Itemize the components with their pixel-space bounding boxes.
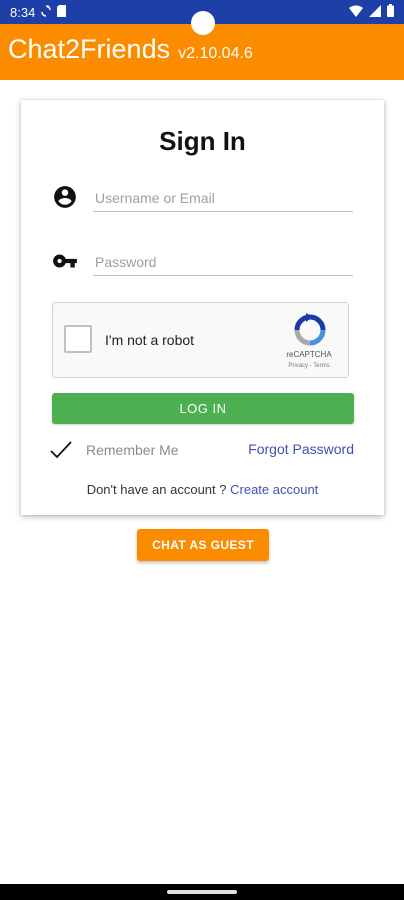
status-left: 8:34: [10, 4, 67, 20]
forgot-password-link[interactable]: Forgot Password: [248, 441, 354, 457]
chat-as-guest-button[interactable]: CHAT AS GUEST: [137, 529, 269, 561]
remember-me-label[interactable]: Remember Me: [86, 442, 179, 458]
signin-card: Sign In I'm not a robot reCAPTCHA Privac…: [21, 100, 384, 515]
create-account-row: Don't have an account ? Create account: [21, 482, 384, 497]
remember-checkmark-icon[interactable]: [49, 438, 73, 462]
recaptcha-logo-icon: [293, 313, 327, 347]
signal-icon: [369, 4, 381, 20]
login-button[interactable]: LOG IN: [52, 393, 354, 424]
recaptcha-label: I'm not a robot: [105, 332, 195, 348]
account-prompt: Don't have an account ?: [86, 482, 227, 497]
password-field[interactable]: [93, 246, 357, 277]
recaptcha-checkbox[interactable]: [64, 325, 92, 353]
recaptcha-widget: I'm not a robot reCAPTCHA Privacy - Term…: [52, 302, 349, 378]
battery-icon: [387, 4, 394, 20]
password-input[interactable]: [93, 246, 357, 277]
camera-cutout: [191, 11, 215, 35]
status-time: 8:34: [10, 4, 36, 20]
status-right: [349, 4, 394, 20]
create-account-link[interactable]: Create account: [230, 482, 318, 497]
sim-card-icon: [57, 4, 67, 20]
app-title: Chat2Friends: [8, 34, 171, 64]
sync-icon: [41, 4, 52, 20]
app-version: v2.10.04.6: [178, 45, 253, 62]
username-input[interactable]: [93, 182, 357, 213]
account-circle-icon: [52, 184, 78, 210]
username-field[interactable]: [93, 182, 357, 213]
home-gesture-handle[interactable]: [167, 890, 237, 894]
recaptcha-links[interactable]: Privacy - Terms: [275, 363, 343, 369]
recaptcha-brand: reCAPTCHA: [286, 350, 332, 359]
wifi-icon: [349, 4, 363, 20]
page-title: Sign In: [159, 126, 246, 156]
key-icon: [52, 248, 78, 274]
